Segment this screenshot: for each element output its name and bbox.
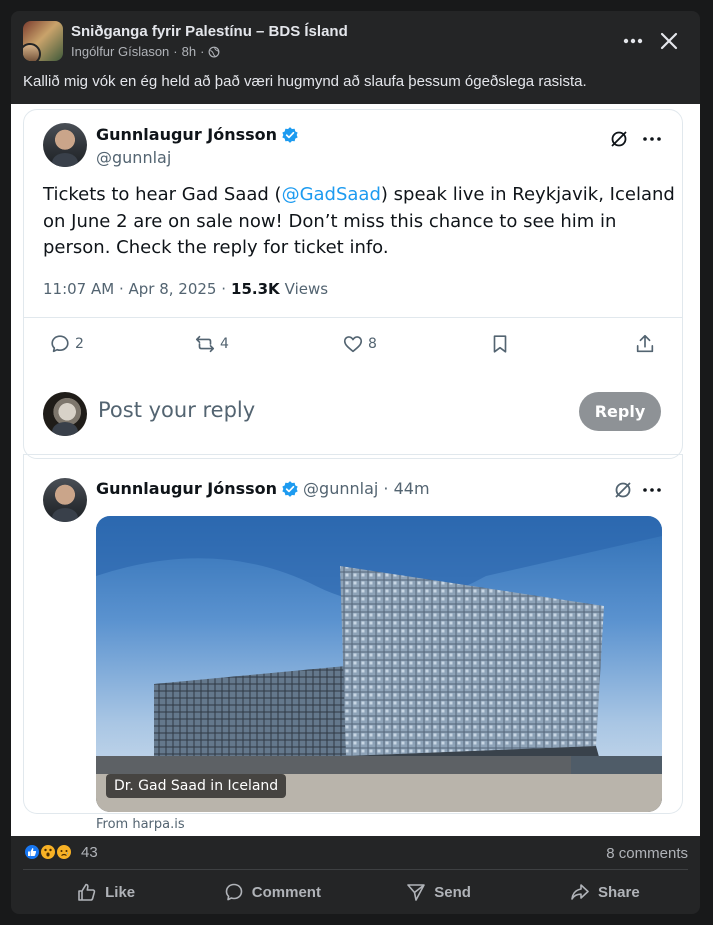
verified-icon bbox=[282, 480, 298, 497]
mention-link: @GadSaad bbox=[281, 184, 381, 205]
facebook-post: Sniðganga fyrir Palestínu – BDS Ísland I… bbox=[11, 11, 700, 914]
comment-icon bbox=[225, 883, 243, 901]
share-label: Share bbox=[598, 883, 640, 901]
reactions-summary[interactable]: 43 bbox=[23, 843, 98, 861]
more-icon bbox=[623, 38, 643, 44]
send-icon bbox=[407, 884, 426, 901]
harpa-photo: Dr. Gad Saad in Iceland bbox=[96, 516, 662, 812]
tweet-timestamp: 11:07 AM · Apr 8, 2025 · bbox=[43, 280, 227, 298]
meta-separator: · bbox=[200, 44, 205, 59]
post-header: Sniðganga fyrir Palestínu – BDS Ísland I… bbox=[11, 11, 700, 71]
like-icon bbox=[343, 336, 363, 353]
share-arrow-icon bbox=[571, 884, 589, 900]
send-button[interactable]: Send bbox=[356, 875, 522, 909]
post-action-bar: Like Comment Send Share bbox=[23, 875, 688, 909]
grok-icon bbox=[611, 131, 627, 147]
reply-input: Post your reply bbox=[98, 398, 256, 422]
share-button[interactable]: Share bbox=[522, 875, 688, 909]
grok-icon bbox=[615, 482, 631, 498]
repost-count: 4 bbox=[220, 336, 229, 352]
tweet-meta: 11:07 AM · Apr 8, 2025 · 15.3K Views bbox=[43, 280, 328, 298]
like-label: Like bbox=[105, 883, 136, 901]
tweet-author-name-text: Gunnlaugur Jónsson bbox=[96, 125, 278, 144]
post-time[interactable]: 8h bbox=[182, 44, 196, 59]
reply-tweet-author-avatar bbox=[43, 478, 87, 522]
repost-icon bbox=[195, 335, 215, 353]
reply-button: Reply bbox=[579, 392, 661, 431]
divider bbox=[23, 317, 683, 318]
comment-button[interactable]: Comment bbox=[189, 875, 355, 909]
tweet-handle: @gunnlaj bbox=[96, 148, 172, 167]
post-meta: Ingólfur Gíslason · 8h · bbox=[71, 44, 220, 59]
views-label: Views bbox=[284, 280, 329, 298]
reply-count: 2 bbox=[75, 336, 84, 352]
share-action bbox=[634, 333, 656, 355]
reply-avatar bbox=[43, 392, 87, 436]
repost-action: 4 bbox=[194, 333, 229, 355]
views-count: 15.3K bbox=[231, 280, 280, 298]
post-caption: Kallið mig vók en ég held að það væri hu… bbox=[23, 73, 587, 90]
reply-action: 2 bbox=[49, 333, 84, 355]
tweet-text: Tickets to hear Gad Saad (@GadSaad) spea… bbox=[43, 182, 683, 262]
author-avatar[interactable] bbox=[23, 43, 41, 61]
reply-tweet-author-name: Gunnlaugur Jónsson bbox=[96, 479, 278, 498]
reply-tweet-handle-time: @gunnlaj · 44m bbox=[303, 479, 430, 498]
close-button[interactable] bbox=[655, 27, 683, 55]
comment-label: Comment bbox=[251, 883, 321, 901]
author-name[interactable]: Ingólfur Gíslason bbox=[71, 44, 169, 59]
sad-reaction-icon bbox=[55, 843, 73, 861]
meta-separator: · bbox=[173, 44, 178, 59]
group-avatar[interactable] bbox=[23, 21, 63, 61]
tweet-author-name: Gunnlaugur Jónsson bbox=[96, 125, 299, 144]
image-caption: Dr. Gad Saad in Iceland bbox=[106, 774, 287, 798]
post-image-screenshot[interactable]: Gunnlaugur Jónsson @gunnlaj Tickets to h… bbox=[11, 104, 700, 836]
post-options-button[interactable] bbox=[619, 29, 647, 53]
more-icon bbox=[643, 137, 661, 141]
verified-icon bbox=[282, 126, 298, 143]
like-action: 8 bbox=[342, 333, 377, 355]
divider bbox=[23, 454, 683, 455]
like-count: 8 bbox=[368, 336, 377, 352]
share-icon bbox=[636, 334, 654, 353]
globe-icon bbox=[209, 46, 220, 57]
reply-icon bbox=[51, 335, 69, 353]
comments-count[interactable]: 8 comments bbox=[606, 845, 688, 862]
building-illustration bbox=[96, 516, 662, 812]
reaction-count: 43 bbox=[81, 843, 98, 861]
send-label: Send bbox=[434, 883, 471, 901]
bookmark-action bbox=[489, 333, 511, 355]
link-source: From harpa.is bbox=[96, 817, 185, 832]
close-icon bbox=[660, 32, 678, 50]
like-button[interactable]: Like bbox=[23, 875, 189, 909]
divider bbox=[23, 869, 688, 870]
more-icon bbox=[643, 488, 661, 492]
thumb-icon bbox=[78, 883, 96, 901]
bookmark-icon bbox=[493, 335, 507, 353]
tweet-text-start: Tickets to hear Gad Saad ( bbox=[43, 184, 282, 205]
reply-tweet-author: Gunnlaugur Jónsson @gunnlaj · 44m bbox=[96, 479, 430, 498]
tweet-author-avatar bbox=[43, 123, 87, 167]
group-name[interactable]: Sniðganga fyrir Palestínu – BDS Ísland bbox=[71, 23, 348, 40]
